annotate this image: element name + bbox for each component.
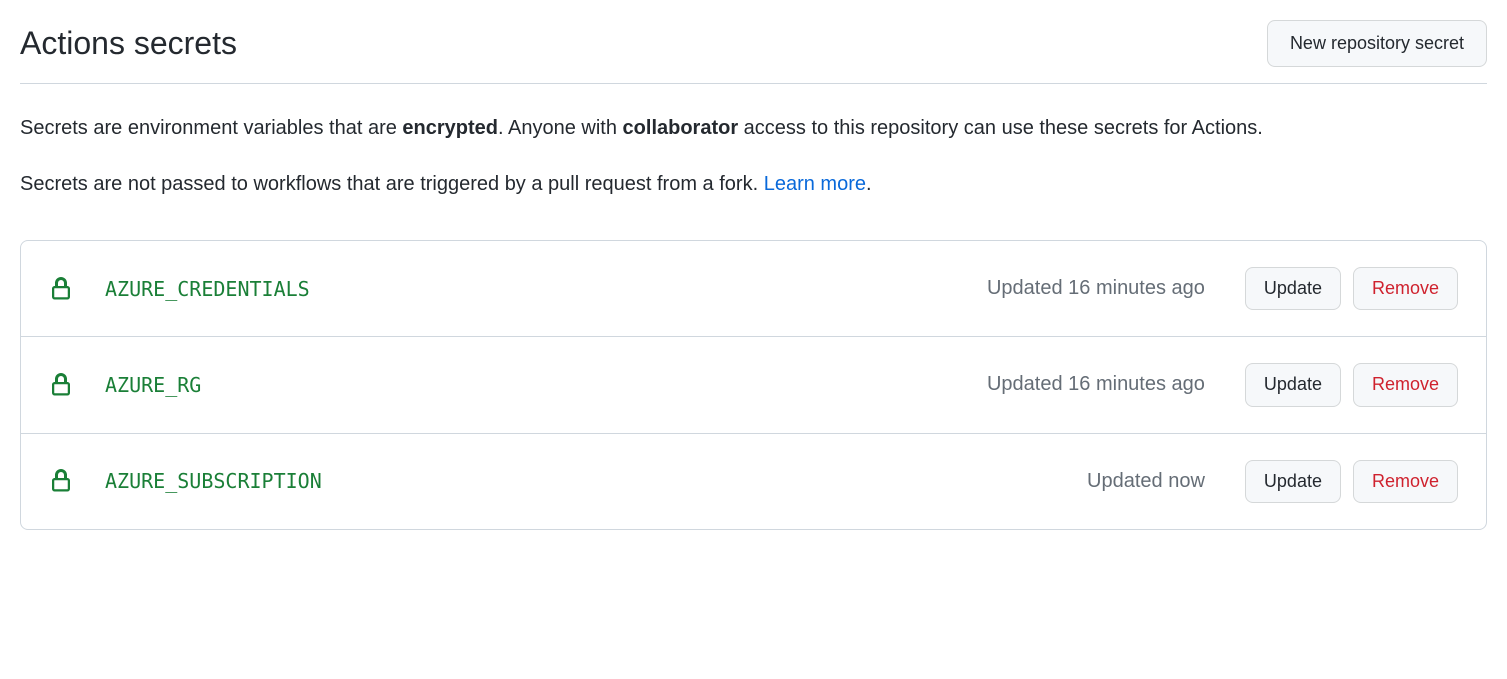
secret-row: AZURE_SUBSCRIPTION Updated now Update Re… (21, 434, 1486, 529)
page-title: Actions secrets (20, 25, 237, 62)
secret-row: AZURE_RG Updated 16 minutes ago Update R… (21, 337, 1486, 433)
secret-updated: Updated now (1087, 470, 1205, 493)
update-button[interactable]: Update (1245, 460, 1341, 503)
secret-name: AZURE_SUBSCRIPTION (105, 469, 1087, 493)
remove-button[interactable]: Remove (1353, 363, 1458, 406)
update-button[interactable]: Update (1245, 267, 1341, 310)
desc-text: . Anyone with (498, 117, 623, 139)
desc-text: access to this repository can use these … (738, 117, 1263, 139)
lock-icon (49, 467, 73, 495)
secrets-list: AZURE_CREDENTIALS Updated 16 minutes ago… (20, 240, 1487, 530)
page-header: Actions secrets New repository secret (20, 20, 1487, 84)
remove-button[interactable]: Remove (1353, 460, 1458, 503)
learn-more-link[interactable]: Learn more (764, 173, 866, 195)
new-repository-secret-button[interactable]: New repository secret (1267, 20, 1487, 67)
remove-button[interactable]: Remove (1353, 267, 1458, 310)
row-actions: Update Remove (1245, 363, 1458, 406)
desc-bold-collaborator: collaborator (623, 117, 739, 139)
secret-updated: Updated 16 minutes ago (987, 373, 1205, 396)
lock-icon (49, 275, 73, 303)
desc-bold-encrypted: encrypted (402, 117, 498, 139)
row-actions: Update Remove (1245, 267, 1458, 310)
lock-icon (49, 371, 73, 399)
desc-text: Secrets are environment variables that a… (20, 117, 402, 139)
description-paragraph-2: Secrets are not passed to workflows that… (20, 168, 1487, 200)
desc-text: Secrets are not passed to workflows that… (20, 173, 764, 195)
update-button[interactable]: Update (1245, 363, 1341, 406)
description-paragraph-1: Secrets are environment variables that a… (20, 112, 1487, 144)
secret-name: AZURE_RG (105, 373, 987, 397)
secret-name: AZURE_CREDENTIALS (105, 277, 987, 301)
row-actions: Update Remove (1245, 460, 1458, 503)
desc-text: . (866, 173, 872, 195)
secret-updated: Updated 16 minutes ago (987, 277, 1205, 300)
secret-row: AZURE_CREDENTIALS Updated 16 minutes ago… (21, 241, 1486, 337)
